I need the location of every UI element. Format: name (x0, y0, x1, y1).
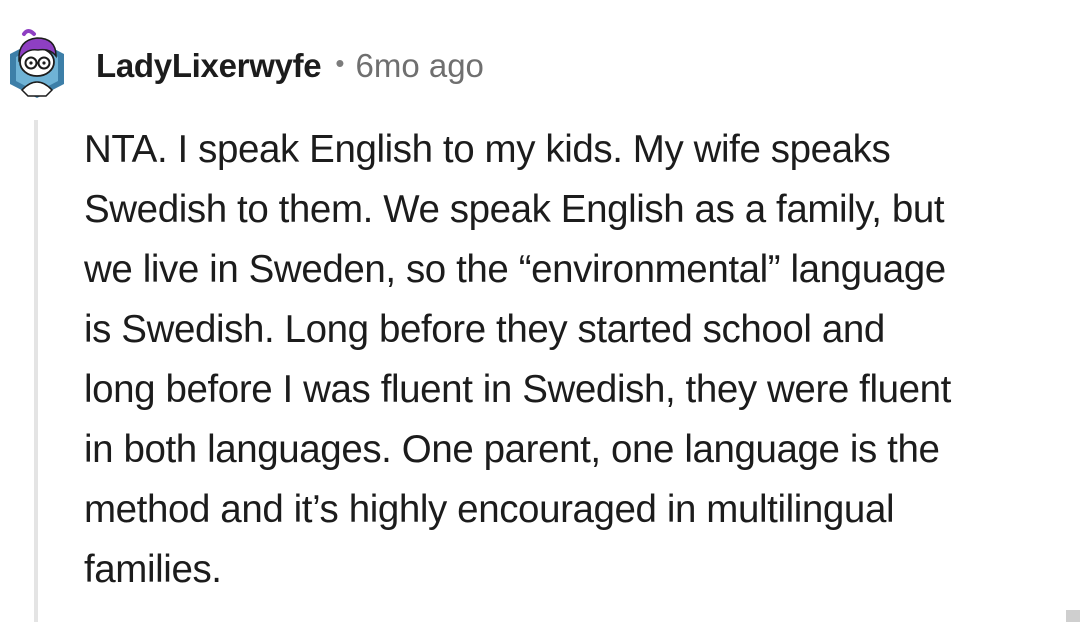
comment-body-line: method and it’s highly encouraged in mul… (84, 488, 895, 531)
thread-collapse-line[interactable] (34, 120, 38, 622)
timestamp[interactable]: 6mo ago (355, 47, 483, 85)
comment-body: NTA. I speak English to my kids. My wife… (84, 120, 1069, 600)
corner-decoration (1066, 610, 1080, 622)
comment-header: LadyLixerwyfe • 6mo ago (96, 44, 484, 88)
comment: LadyLixerwyfe • 6mo ago NTA. I speak Eng… (0, 0, 1080, 622)
avatar[interactable] (6, 26, 68, 100)
user-avatar-icon (10, 29, 64, 98)
comment-body-line: long before I was fluent in Swedish, the… (84, 368, 951, 411)
username-link[interactable]: LadyLixerwyfe (96, 47, 322, 85)
comment-body-line: is Swedish. Long before they started sch… (84, 308, 885, 351)
comment-body-line: NTA. I speak English to my kids. My wife… (84, 128, 891, 171)
comment-body-line: families. (84, 548, 222, 591)
comment-body-line: we live in Sweden, so the “environmental… (84, 248, 946, 291)
meta-separator: • (335, 47, 345, 78)
comment-body-line: Swedish to them. We speak English as a f… (84, 188, 945, 231)
comment-body-line: in both languages. One parent, one langu… (84, 428, 940, 471)
